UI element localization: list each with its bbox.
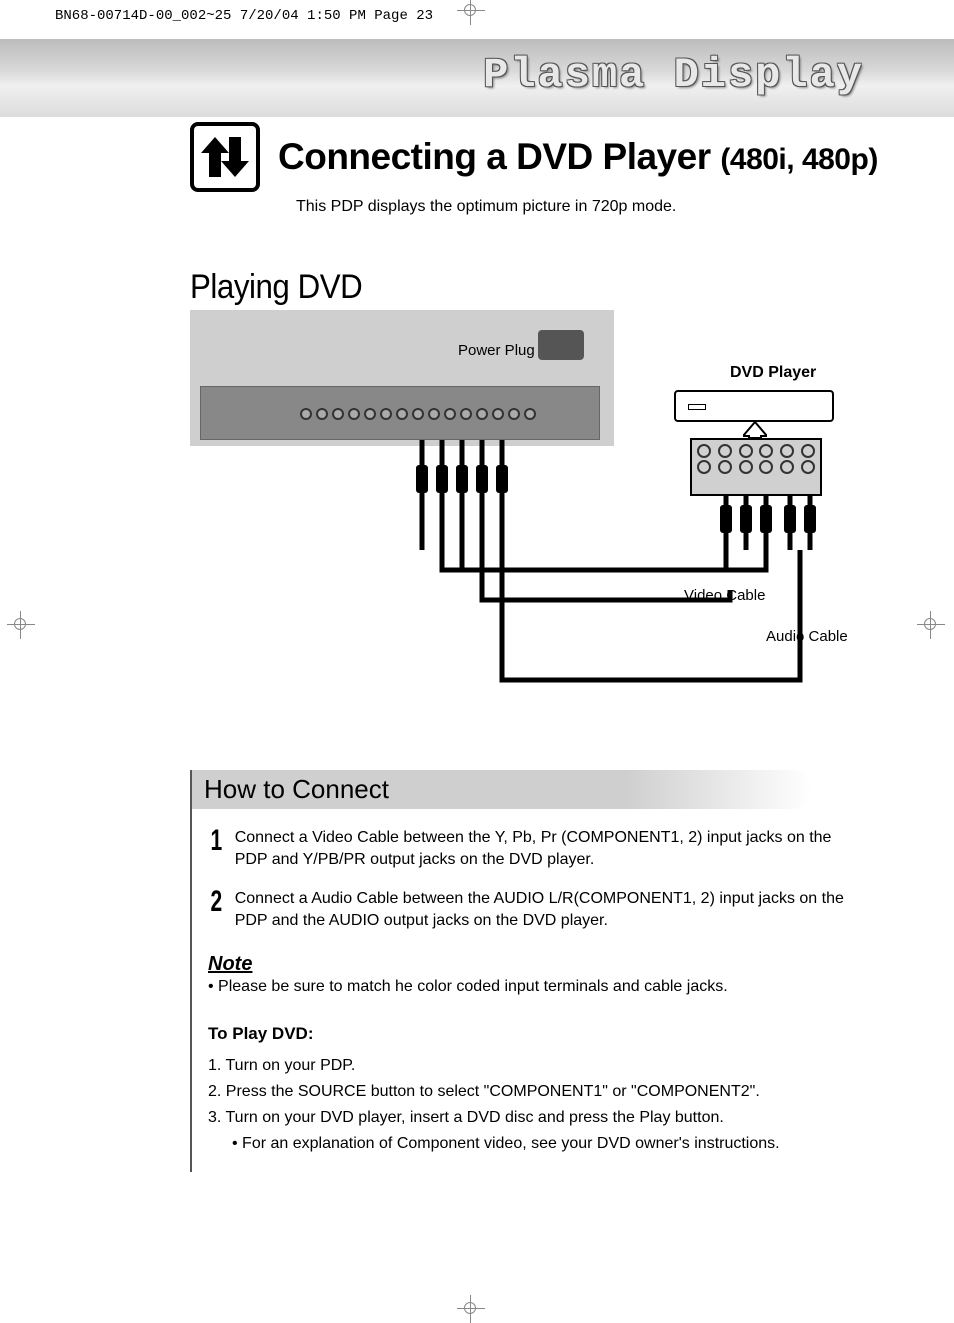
banner: Plasma Display	[0, 39, 954, 117]
list-item: 3. Turn on your DVD player, insert a DVD…	[208, 1106, 855, 1130]
connection-diagram: Power Plug DVD Player	[190, 310, 890, 700]
how-to-connect-section: How to Connect 1 Connect a Video Cable b…	[190, 770, 855, 1172]
subtitle: This PDP displays the optimum picture in…	[296, 198, 954, 216]
list-item: 2. Press the SOURCE button to select "CO…	[208, 1080, 855, 1104]
list-item: 1. Turn on your PDP.	[208, 1054, 855, 1078]
arrows-icon	[190, 122, 260, 192]
crop-mark-icon	[464, 4, 476, 16]
page-title-main: Connecting a DVD Player	[278, 136, 711, 177]
section-playing-title: Playing DVD	[190, 268, 893, 307]
list-subitem: • For an explanation of Component video,…	[208, 1132, 855, 1156]
step-2: 2 Connect a Audio Cable between the AUDI…	[208, 888, 855, 931]
banner-title: Plasma Display	[483, 51, 864, 99]
print-meta-header: BN68-00714D-00_002~25 7/20/04 1:50 PM Pa…	[0, 0, 954, 24]
crop-mark-icon	[924, 618, 936, 630]
note-bullet: • Please be sure to match he color coded…	[208, 978, 855, 996]
title-row: Connecting a DVD Player (480i, 480p)	[190, 122, 954, 192]
how-to-connect-heading: How to Connect	[192, 770, 812, 809]
page-title-sub: (480i, 480p)	[720, 143, 877, 176]
step-number: 1	[211, 827, 223, 870]
step-1: 1 Connect a Video Cable between the Y, P…	[208, 827, 855, 870]
page-title: Connecting a DVD Player (480i, 480p)	[278, 136, 878, 178]
to-play-heading: To Play DVD:	[208, 1024, 855, 1044]
crop-mark-icon	[14, 618, 26, 630]
audio-cable-label: Audio Cable	[766, 628, 848, 645]
step-text: Connect a Audio Cable between the AUDIO …	[235, 888, 855, 931]
video-cable-label: Video Cable	[684, 587, 765, 604]
to-play-list: 1. Turn on your PDP. 2. Press the SOURCE…	[208, 1054, 855, 1156]
step-number: 2	[211, 888, 223, 931]
note-heading: Note	[208, 953, 855, 976]
step-text: Connect a Video Cable between the Y, Pb,…	[235, 827, 855, 870]
crop-mark-icon	[464, 1302, 476, 1314]
